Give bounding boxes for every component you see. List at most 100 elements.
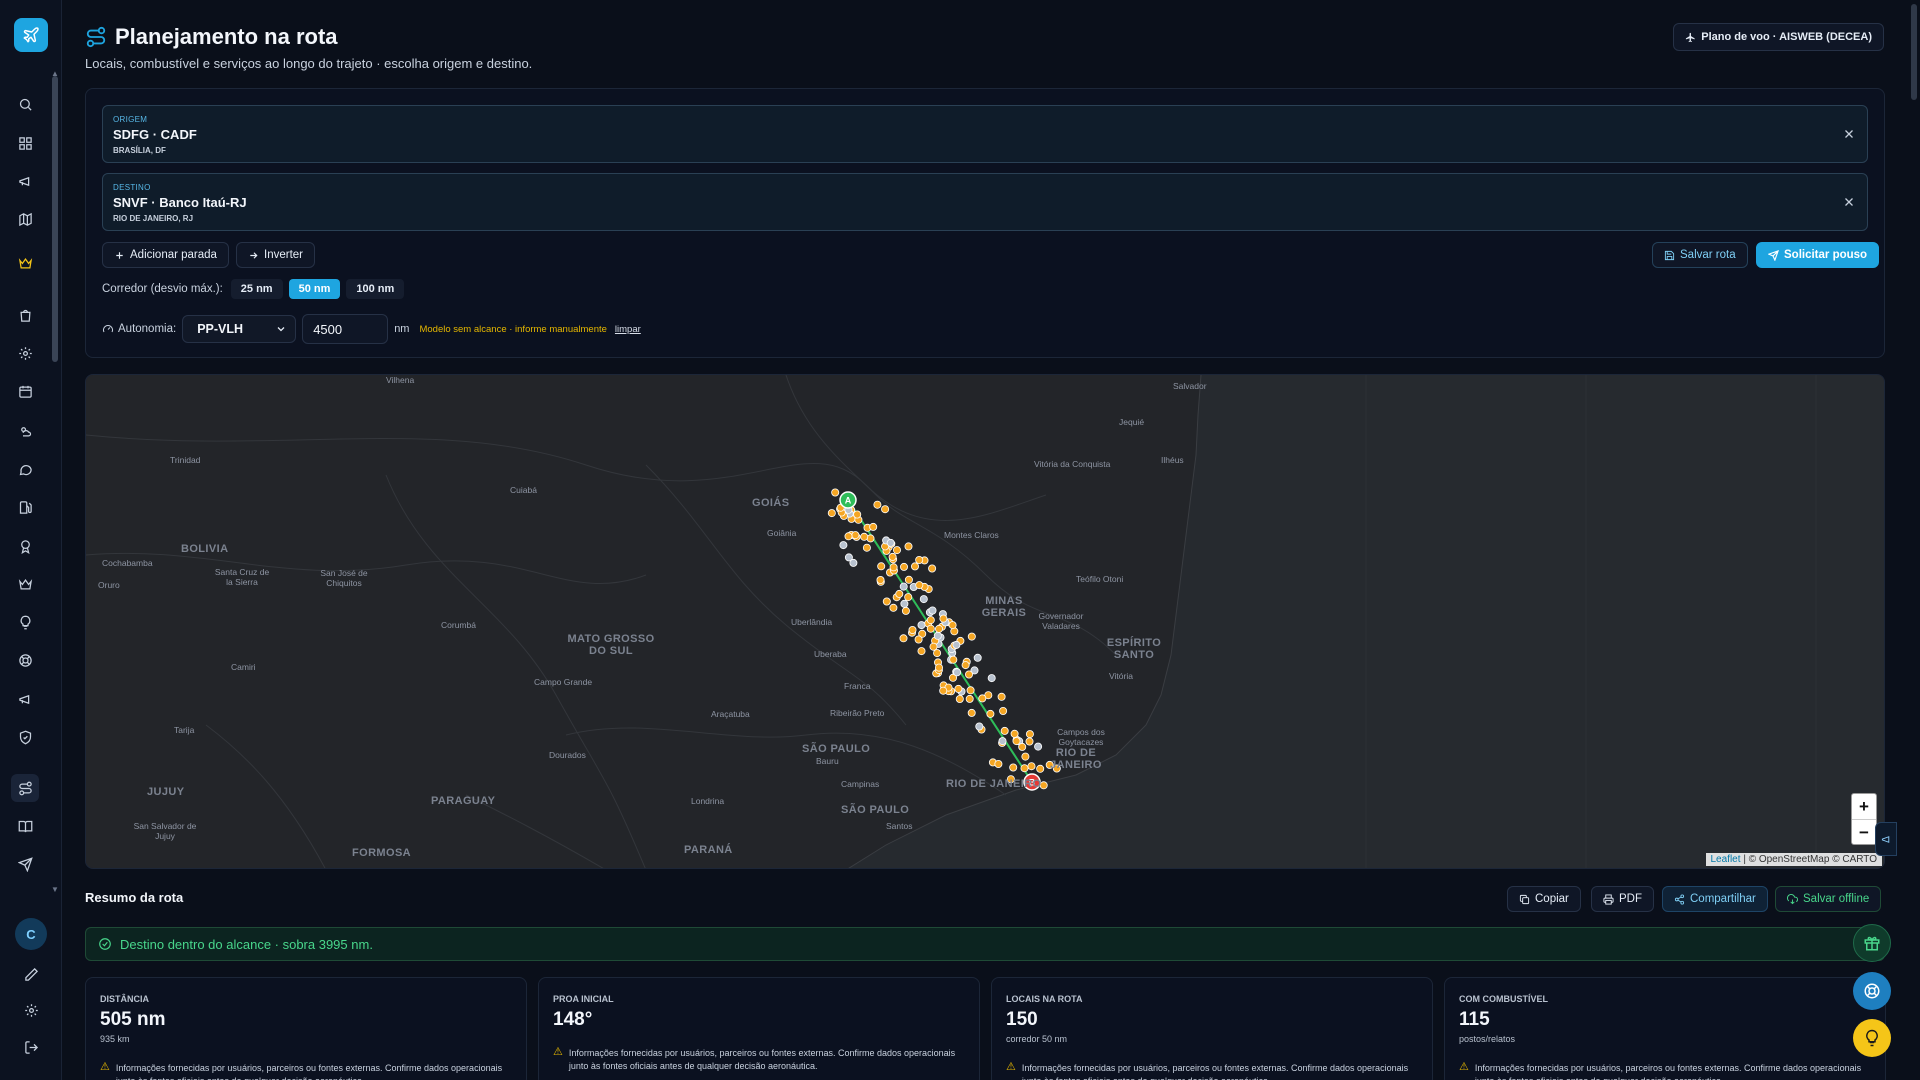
poi-marker[interactable] bbox=[851, 531, 860, 540]
flight-plan-button[interactable]: Plano de voo · AISWEB (DECEA) bbox=[1673, 23, 1884, 51]
main-scrollbar[interactable] bbox=[1911, 4, 1917, 100]
poi-marker[interactable] bbox=[889, 603, 898, 612]
poi-marker[interactable] bbox=[917, 647, 926, 656]
help-button[interactable] bbox=[1853, 972, 1891, 1010]
sidebar-scrollbar[interactable] bbox=[52, 76, 58, 896]
logout-icon[interactable] bbox=[20, 1036, 42, 1058]
sidebar-scroll-thumb[interactable] bbox=[52, 76, 58, 362]
book-icon[interactable] bbox=[14, 815, 36, 837]
zoom-in-button[interactable]: + bbox=[1852, 794, 1876, 820]
weather-icon[interactable] bbox=[14, 420, 36, 442]
close-icon[interactable] bbox=[1843, 196, 1855, 208]
poi-marker[interactable] bbox=[926, 624, 935, 633]
poi-marker[interactable] bbox=[901, 606, 910, 615]
aircraft-select[interactable]: PP-VLH bbox=[182, 315, 297, 343]
poi-marker[interactable] bbox=[997, 692, 1006, 701]
poi-marker[interactable] bbox=[888, 552, 897, 561]
gear-icon[interactable] bbox=[20, 999, 42, 1021]
poi-marker[interactable] bbox=[926, 616, 935, 625]
poi-marker[interactable] bbox=[831, 488, 840, 497]
poi-marker[interactable] bbox=[869, 522, 878, 531]
lightbulb-icon[interactable] bbox=[14, 611, 36, 633]
poi-marker[interactable] bbox=[1000, 726, 1009, 735]
poi-marker[interactable] bbox=[929, 642, 938, 651]
poi-marker[interactable] bbox=[978, 694, 987, 703]
poi-marker[interactable] bbox=[895, 589, 904, 598]
origin-field[interactable]: ORIGEM SDFG · CADF BRASÍLIA, DF bbox=[102, 105, 1868, 163]
add-stop-button[interactable]: Adicionar parada bbox=[102, 242, 229, 268]
dashboard-icon[interactable] bbox=[14, 132, 36, 154]
poi-marker[interactable] bbox=[900, 562, 909, 571]
poi-marker[interactable] bbox=[973, 653, 982, 662]
poi-marker[interactable] bbox=[986, 709, 995, 718]
poi-marker[interactable] bbox=[882, 597, 891, 606]
shield-icon[interactable] bbox=[14, 726, 36, 748]
feedback-tab[interactable] bbox=[1875, 822, 1897, 856]
poi-marker[interactable] bbox=[965, 694, 974, 703]
bag-icon[interactable] bbox=[14, 304, 36, 326]
poi-marker[interactable] bbox=[899, 634, 908, 643]
tips-button[interactable] bbox=[1853, 1019, 1891, 1057]
route-map[interactable]: AB Vilhena Salvador Jequié Trinidad Vitó… bbox=[85, 374, 1885, 869]
poi-marker[interactable] bbox=[933, 649, 942, 658]
poi-marker[interactable] bbox=[975, 722, 984, 731]
chat-icon[interactable] bbox=[14, 458, 36, 480]
copy-button[interactable]: Copiar bbox=[1507, 886, 1581, 912]
poi-marker[interactable] bbox=[904, 593, 913, 602]
poi-marker[interactable] bbox=[961, 661, 970, 670]
poi-marker[interactable] bbox=[881, 505, 890, 514]
poi-marker[interactable] bbox=[877, 562, 886, 571]
poi-marker[interactable] bbox=[948, 621, 957, 630]
poi-marker[interactable] bbox=[967, 708, 976, 717]
poi-marker[interactable] bbox=[935, 663, 944, 672]
gift-button[interactable] bbox=[1853, 924, 1891, 962]
crown-icon[interactable] bbox=[14, 252, 36, 274]
poi-marker[interactable] bbox=[844, 532, 853, 541]
pencil-icon[interactable] bbox=[20, 963, 42, 985]
poi-marker[interactable] bbox=[1009, 763, 1018, 772]
poi-marker[interactable] bbox=[1027, 762, 1036, 771]
range-input[interactable] bbox=[302, 314, 389, 344]
megaphone-icon[interactable] bbox=[14, 170, 36, 192]
poi-marker[interactable] bbox=[939, 686, 948, 695]
poi-marker[interactable] bbox=[827, 509, 836, 518]
poi-marker[interactable] bbox=[955, 694, 964, 703]
corridor-option-25[interactable]: 25 nm bbox=[230, 279, 283, 299]
megaphone-icon[interactable] bbox=[14, 688, 36, 710]
poi-marker[interactable] bbox=[1012, 737, 1021, 746]
poi-marker[interactable] bbox=[900, 599, 909, 608]
poi-marker[interactable] bbox=[839, 541, 848, 550]
poi-marker[interactable] bbox=[949, 655, 958, 664]
poi-marker[interactable] bbox=[862, 543, 871, 552]
request-landing-button[interactable]: Solicitar pouso bbox=[1756, 242, 1880, 268]
poi-marker[interactable] bbox=[928, 606, 937, 615]
poi-marker[interactable] bbox=[998, 737, 1007, 746]
gear-icon[interactable] bbox=[14, 342, 36, 364]
poi-marker[interactable] bbox=[915, 581, 924, 590]
poi-marker[interactable] bbox=[853, 510, 862, 519]
poi-marker[interactable] bbox=[933, 631, 942, 640]
poi-marker[interactable] bbox=[914, 635, 923, 644]
corridor-option-50[interactable]: 50 nm bbox=[288, 279, 341, 299]
poi-marker[interactable] bbox=[911, 562, 920, 571]
poi-marker[interactable] bbox=[899, 582, 908, 591]
send-icon[interactable] bbox=[14, 853, 36, 875]
poi-marker[interactable] bbox=[1025, 730, 1034, 739]
poi-marker[interactable] bbox=[893, 546, 902, 555]
zoom-out-button[interactable]: − bbox=[1852, 820, 1876, 846]
poi-marker[interactable] bbox=[917, 621, 926, 630]
fuel-icon[interactable] bbox=[14, 496, 36, 518]
poi-marker[interactable] bbox=[889, 563, 898, 572]
route-icon[interactable] bbox=[11, 774, 39, 802]
scroll-down-arrow[interactable]: ▼ bbox=[51, 886, 59, 894]
lifebuoy-icon[interactable] bbox=[14, 649, 36, 671]
poi-marker[interactable] bbox=[939, 614, 948, 623]
poi-marker[interactable] bbox=[915, 555, 924, 564]
poi-marker[interactable] bbox=[886, 538, 895, 547]
poi-marker[interactable] bbox=[904, 575, 913, 584]
poi-marker[interactable] bbox=[928, 564, 937, 573]
crown-icon[interactable] bbox=[14, 573, 36, 595]
save-offline-button[interactable]: Salvar offline bbox=[1775, 886, 1882, 912]
poi-marker[interactable] bbox=[1021, 752, 1030, 761]
poi-marker[interactable] bbox=[935, 624, 944, 633]
